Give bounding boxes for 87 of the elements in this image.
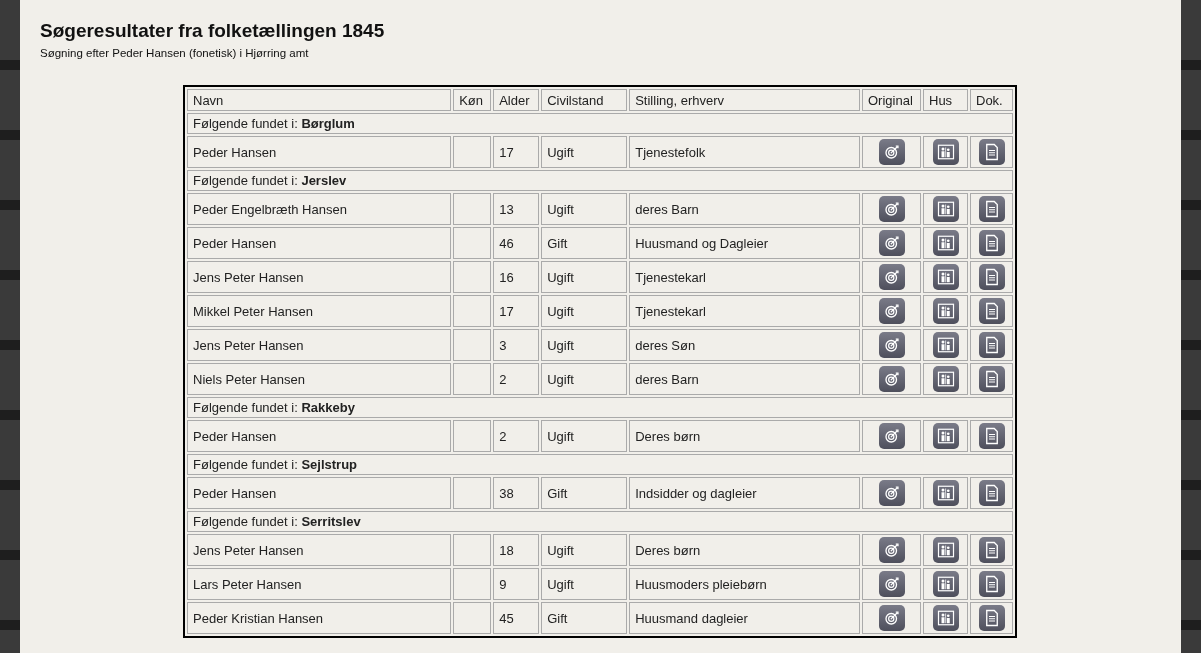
document-icon[interactable] [978,298,1005,324]
table-cell: Ugift [541,193,628,225]
table-cell: Lars Peter Hansen [187,568,452,600]
table-cell: Huusmand og Dagleier [629,227,860,259]
document-icon[interactable] [978,139,1005,165]
table-cell: Ugift [541,136,628,168]
table-cell: Peder Hansen [187,420,452,452]
group-header: Følgende fundet i: Jerslev [187,170,1013,191]
table-cell: Indsidder og dagleier [629,477,860,509]
table-cell: 45 [493,602,540,634]
table-cell: Mikkel Peter Hansen [187,295,452,327]
table-cell: Ugift [541,363,628,395]
column-header: Hus [923,89,968,111]
table-cell: Peder Hansen [187,136,452,168]
document-icon[interactable] [978,264,1005,290]
target-icon[interactable] [878,298,905,324]
document-icon[interactable] [978,366,1005,392]
table-cell: 46 [493,227,540,259]
group-header: Følgende fundet i: Rakkeby [187,397,1013,418]
table-cell: Ugift [541,420,628,452]
table-cell: 3 [493,329,540,361]
table-cell: deres Barn [629,363,860,395]
table-cell: Jens Peter Hansen [187,534,452,566]
table-cell: Peder Hansen [187,477,452,509]
column-header: Civilstand [541,89,628,111]
table-cell: 9 [493,568,540,600]
target-icon[interactable] [878,480,905,506]
table-cell: 38 [493,477,540,509]
table-cell: Tjenestekarl [629,261,860,293]
table-cell: Gift [541,477,628,509]
target-icon[interactable] [878,423,905,449]
column-header: Dok. [970,89,1013,111]
table-cell: 16 [493,261,540,293]
table-cell: Tjenestekarl [629,295,860,327]
table-cell: Ugift [541,329,628,361]
table-cell: 17 [493,136,540,168]
target-icon[interactable] [878,366,905,392]
target-icon[interactable] [878,196,905,222]
table-cell: 13 [493,193,540,225]
table-cell: Ugift [541,295,628,327]
document-icon[interactable] [978,537,1005,563]
table-cell: Huusmand dagleier [629,602,860,634]
column-header: Alder [493,89,540,111]
table-cell: Ugift [541,261,628,293]
target-icon[interactable] [878,332,905,358]
table-cell: 2 [493,420,540,452]
table-cell: Huusmoders pleiebørn [629,568,860,600]
document-icon[interactable] [978,196,1005,222]
table-cell: Deres børn [629,420,860,452]
column-header: Navn [187,89,452,111]
target-icon[interactable] [878,264,905,290]
table-cell: deres Barn [629,193,860,225]
target-icon[interactable] [878,139,905,165]
target-icon[interactable] [878,571,905,597]
table-cell: Peder Engelbræth Hansen [187,193,452,225]
table-cell: Peder Hansen [187,227,452,259]
table-cell: Jens Peter Hansen [187,261,452,293]
table-cell: Gift [541,602,628,634]
document-icon[interactable] [978,605,1005,631]
target-icon[interactable] [878,605,905,631]
column-header: Stilling, erhverv [629,89,860,111]
search-description: Søgning efter Peder Hansen (fonetisk) i Hjørring amt [40,47,310,59]
target-icon[interactable] [878,537,905,563]
table-cell: deres Søn [629,329,860,361]
document-icon[interactable] [978,332,1005,358]
group-header: Følgende fundet i: Sejlstrup [187,454,1013,475]
column-header: Original [862,89,921,111]
document-icon[interactable] [978,230,1005,256]
target-icon[interactable] [878,230,905,256]
table-cell: Gift [541,227,628,259]
table-cell: Ugift [541,534,628,566]
table-cell: 17 [493,295,540,327]
table-cell: Peder Kristian Hansen [187,602,452,634]
table-cell: Deres børn [629,534,860,566]
table-cell: 18 [493,534,540,566]
column-header: Køn [453,89,492,111]
table-cell: Niels Peter Hansen [187,363,452,395]
table-cell: 2 [493,363,540,395]
group-header: Følgende fundet i: Serritslev [187,511,1013,532]
page-title: Søgeresultater fra folketællingen 1845 [40,20,386,42]
group-header: Følgende fundet i: Børglum [187,113,1013,134]
document-icon[interactable] [978,480,1005,506]
table-cell: Tjenestefolk [629,136,860,168]
document-icon[interactable] [978,423,1005,449]
table-cell: Jens Peter Hansen [187,329,452,361]
document-icon[interactable] [978,571,1005,597]
table-cell: Ugift [541,568,628,600]
